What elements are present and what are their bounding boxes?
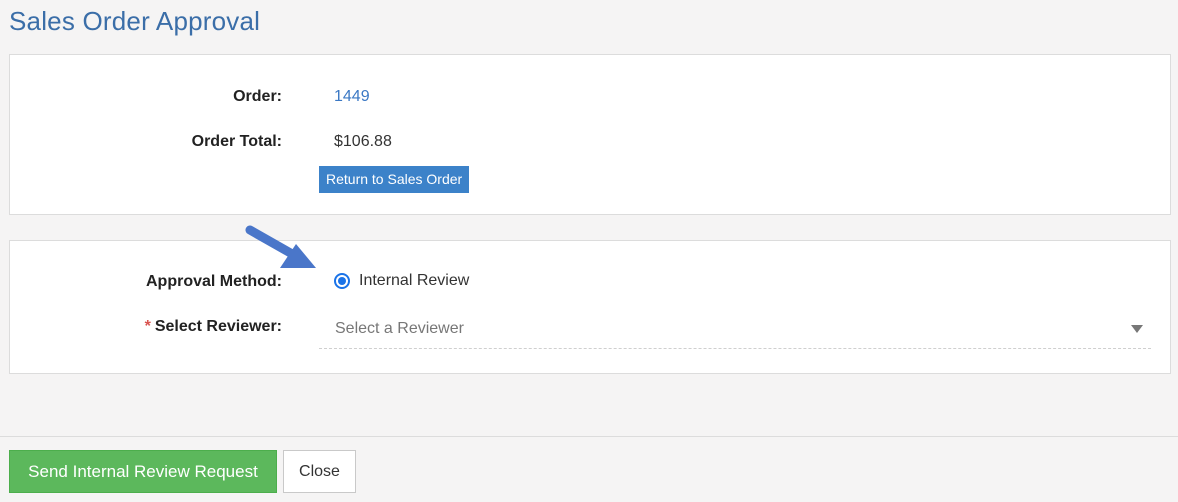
arrow-icon: [245, 225, 316, 268]
order-total-value: $106.88: [334, 133, 392, 150]
order-label: Order:: [233, 88, 282, 105]
required-marker: *: [144, 318, 151, 335]
reviewer-select-placeholder: Select a Reviewer: [335, 320, 464, 337]
internal-review-radio[interactable]: [334, 273, 350, 289]
return-to-sales-order-button[interactable]: Return to Sales Order: [319, 166, 470, 193]
approval-panel: Approval Method: Internal Review * Select…: [9, 240, 1171, 374]
footer-bar: Send Internal Review Request Close: [0, 436, 1178, 502]
order-number-link[interactable]: 1449: [334, 88, 370, 106]
close-button[interactable]: Close: [283, 450, 356, 493]
chevron-down-icon[interactable]: [1131, 325, 1143, 333]
page-title: Sales Order Approval: [9, 6, 261, 36]
approval-method-label: Approval Method:: [146, 273, 282, 290]
reviewer-select[interactable]: Select a Reviewer: [319, 311, 1151, 349]
send-internal-review-request-button[interactable]: Send Internal Review Request: [9, 450, 277, 493]
order-summary-panel: Order: 1449 Order Total: $106.88 Return …: [9, 54, 1171, 215]
order-total-label: Order Total:: [191, 133, 282, 150]
select-reviewer-label: * Select Reviewer:: [10, 318, 282, 336]
select-reviewer-text: Select Reviewer:: [154, 318, 282, 335]
internal-review-radio-option[interactable]: Internal Review: [334, 272, 469, 290]
internal-review-label: Internal Review: [359, 272, 470, 289]
